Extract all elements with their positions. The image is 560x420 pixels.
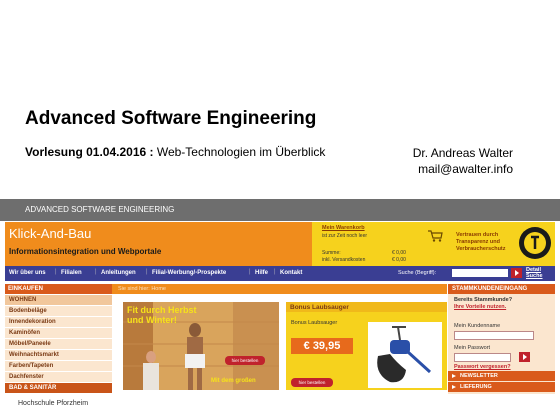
customer-name-label: Mein Kundenname	[454, 323, 501, 329]
delivery-link[interactable]: LIEFERUNG	[448, 382, 555, 392]
search-input[interactable]	[452, 269, 508, 277]
cart-title-link[interactable]: Mein Warenkorb	[322, 225, 365, 231]
promo-banner[interactable]: Fit durch Herbst und Winter! hier bestel…	[123, 302, 279, 390]
lecture-subtitle: Vorlesung 01.04.2016 : Web-Technologien …	[25, 145, 325, 159]
newsletter-link[interactable]: NEWSLETTER	[448, 371, 555, 381]
detail-search-link[interactable]: Detail Suche	[526, 267, 554, 279]
nav-separator: |	[55, 269, 57, 275]
lecture-date-label: Vorlesung 01.04.2016 :	[25, 145, 154, 159]
nav-item-contact[interactable]: Kontakt	[280, 270, 302, 276]
category-item-bad-sanitaer[interactable]: BAD & SANITÄR	[5, 383, 112, 394]
nav-item-about[interactable]: Wir über uns	[9, 270, 46, 276]
nav-separator: |	[95, 269, 97, 275]
nav-item-help[interactable]: Hilfe	[255, 270, 268, 276]
benefits-link[interactable]: Ihre Vorteile nutzen.	[454, 304, 506, 310]
author-name: Dr. Andreas Walter	[412, 146, 513, 160]
slide-title: Advanced Software Engineering	[25, 108, 317, 129]
slide-footer: Hochschule Pforzheim	[18, 400, 89, 407]
lecture-topic: Web-Technologien im Überblick	[153, 145, 326, 159]
category-item-moebel[interactable]: Möbel/Paneele	[5, 339, 112, 350]
bonus-header: Bonus Laubsauger	[286, 302, 447, 312]
arrow-right-icon	[452, 385, 456, 389]
cart-box: Mein Warenkorb ist zur Zeit noch leer Su…	[312, 222, 448, 266]
author-email: mail@awalter.info	[418, 162, 513, 176]
customer-name-field[interactable]	[454, 331, 534, 340]
shop-category-header: EINKAUFEN	[5, 284, 112, 294]
category-item-innendekoration[interactable]: Innendekoration	[5, 317, 112, 328]
nav-item-guides[interactable]: Anleitungen	[101, 270, 136, 276]
cart-note: ist zur Zeit noch leer	[322, 233, 368, 239]
bonus-price: € 39,95	[291, 338, 353, 354]
category-item-weihnachtsmarkt[interactable]: Weihnachtsmarkt	[5, 350, 112, 361]
category-item-kaminoefen[interactable]: Kaminöfen	[5, 328, 112, 339]
category-item-farben[interactable]: Farben/Tapeten	[5, 361, 112, 372]
cart-shipping-label: inkl. Versandkosten	[322, 257, 366, 263]
login-submit-button[interactable]	[519, 352, 530, 362]
nav-item-branches[interactable]: Filialen	[61, 270, 82, 276]
course-banner-text: ADVANCED SOFTWARE ENGINEERING	[25, 205, 175, 214]
breadcrumb-text: Sie sind hier: Home	[118, 286, 166, 292]
website-screenshot: Klick-And-Bau Informationsintegration un…	[5, 222, 555, 394]
delivery-label: LIEFERUNG	[460, 384, 492, 390]
password-field[interactable]	[454, 353, 511, 362]
search-submit-button[interactable]	[511, 268, 522, 278]
shop-category-header-label: EINKAUFEN	[8, 286, 44, 292]
login-header: STAMMKUNDENEINGANG	[448, 284, 555, 294]
login-header-label: STAMMKUNDENEINGANG	[452, 286, 528, 292]
bonus-header-label: Bonus Laubsauger	[290, 304, 349, 311]
cart-shipping-value: € 0,00	[392, 257, 406, 263]
nav-item-flyers[interactable]: Filial-Werbung/-Prospekte	[152, 270, 226, 276]
cart-sum-label: Summe:	[322, 250, 341, 256]
password-label: Mein Passwort	[454, 345, 491, 351]
main-nav: Wir über uns | Filialen | Anleitungen | …	[5, 266, 555, 281]
category-item-dachfenster[interactable]: Dachfenster	[5, 372, 112, 383]
nav-separator: |	[146, 269, 148, 275]
category-item-bodenbelaege[interactable]: Bodenbeläge	[5, 306, 112, 317]
author-block: Dr. Andreas Walter mail@awalter.info	[413, 145, 513, 177]
trust-box: Vertrauen durch Transparenz und Verbrauc…	[448, 222, 555, 266]
bonus-product-name: Bonus Laubsauger	[291, 320, 338, 326]
course-banner: ADVANCED SOFTWARE ENGINEERING	[0, 199, 560, 221]
cart-sum-value: € 0,00	[392, 250, 406, 256]
trust-text: Vertrauen durch Transparenz und Verbrauc…	[456, 232, 506, 252]
nav-separator: |	[274, 269, 276, 275]
promo-caption: Mit dem großen	[211, 378, 256, 384]
login-question: Bereits Stammkunde?	[454, 297, 513, 303]
promo-order-button[interactable]: hier bestellen	[225, 356, 265, 365]
promo-headline: Fit durch Herbst und Winter!	[127, 305, 197, 325]
site-brand[interactable]: Klick-And-Bau	[9, 226, 91, 241]
breadcrumb: Sie sind hier: Home	[112, 284, 447, 294]
category-item-wohnen[interactable]: WOHNEN	[5, 295, 112, 306]
bonus-order-button[interactable]: hier bestellen	[291, 378, 333, 387]
bonus-offer-box: Bonus Laubsauger Bonus Laubsauger € 39,9…	[286, 302, 447, 390]
leaf-vacuum-image[interactable]	[368, 322, 442, 388]
forgot-password-link[interactable]: Passwort vergessen?	[454, 364, 511, 370]
site-tagline: Informationsintegration und Webportale	[9, 247, 162, 256]
newsletter-label: NEWSLETTER	[460, 373, 498, 379]
category-list: WOHNEN Bodenbeläge Innendekoration Kamin…	[5, 295, 112, 394]
trusted-shops-seal-icon[interactable]	[518, 226, 552, 260]
nav-separator: |	[249, 269, 251, 275]
site-header: Klick-And-Bau Informationsintegration un…	[5, 222, 312, 266]
shopping-cart-icon[interactable]	[427, 230, 443, 242]
search-label: Suche (Begriff):	[398, 270, 437, 276]
arrow-right-icon	[452, 374, 456, 378]
customer-login-panel: STAMMKUNDENEINGANG Bereits Stammkunde? I…	[448, 284, 555, 394]
